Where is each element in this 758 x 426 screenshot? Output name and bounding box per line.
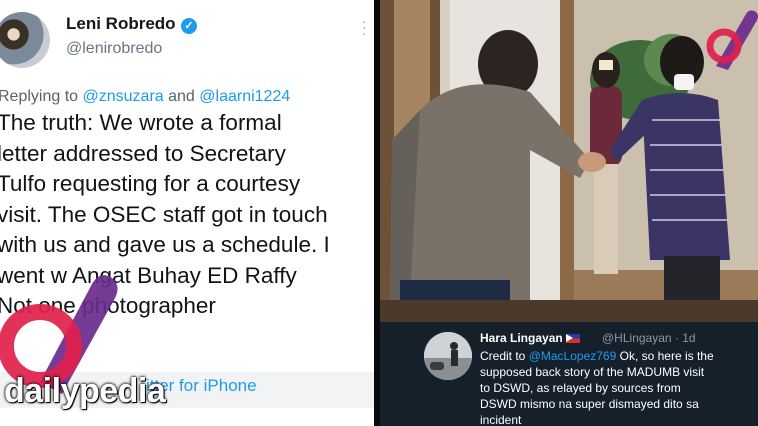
dailypedia-corner-logo-icon <box>706 10 758 70</box>
replying-to: Replying to @znsuzara and @laarni1224 <box>0 88 290 106</box>
credit-prefix: Credit to <box>480 349 526 363</box>
brand-watermark: dailypedia <box>4 372 166 410</box>
reply-mention-znsuzara[interactable]: @znsuzara <box>83 88 164 105</box>
overlay-tweet-line: supposed back story of the MADUMB visit <box>480 365 705 379</box>
avatar[interactable] <box>0 12 50 68</box>
user-handle[interactable]: @lenirobredo <box>66 40 162 58</box>
verified-badge-icon: ✓ <box>181 18 197 34</box>
tweet-line: The truth: We wrote a formal <box>0 110 282 135</box>
reply-mention-laarni1224[interactable]: @laarni1224 <box>199 88 290 105</box>
overlay-tweet-line: incident <box>480 413 522 426</box>
news-photo: Hara Lingayan @HLingayan · 1d Credit to … <box>380 0 758 426</box>
ph-flag-icon <box>565 334 580 343</box>
overlay-tweet-line: to DSWD, as relayed by sources from <box>480 381 681 395</box>
overlay-tweet-card: Hara Lingayan @HLingayan · 1d Credit to … <box>380 322 758 426</box>
reply-prefix: Replying to <box>0 88 79 105</box>
tweet-line: Tulfo requesting for a courtesy <box>0 171 301 196</box>
tweet-screenshot: Leni Robredo ✓ @lenirobredo · · · Replying… <box>0 0 374 426</box>
overlay-tweet-line: Credit to @MacLopez769 Ok, so here is th… <box>480 348 750 364</box>
overlay-handle-time[interactable]: @HLingayan · 1d <box>602 331 696 345</box>
overlay-tweet-line: DSWD mismo na super dismayed dito sa <box>480 397 699 411</box>
overlay-display-name[interactable]: Hara Lingayan <box>480 331 580 345</box>
display-name[interactable]: Leni Robredo <box>66 14 176 34</box>
avatar-photo-icon <box>424 332 472 380</box>
mention-maclopez769[interactable]: @MacLopez769 <box>529 349 617 363</box>
tweet-line: letter addressed to Secretary <box>0 140 286 166</box>
credit-rest: Ok, so here is the <box>616 349 714 363</box>
overlay-name-text: Hara Lingayan <box>480 331 563 345</box>
tweet-line: visit. The OSEC staff got in touch <box>0 201 328 227</box>
overlay-tweet-text: Credit to @MacLopez769 Ok, so here is th… <box>480 348 750 426</box>
reply-and: and <box>168 88 195 105</box>
tweet-line: with us and gave us a schedule. I <box>0 232 330 257</box>
avatar[interactable] <box>424 332 472 380</box>
more-options-icon[interactable]: · · · <box>362 14 367 40</box>
